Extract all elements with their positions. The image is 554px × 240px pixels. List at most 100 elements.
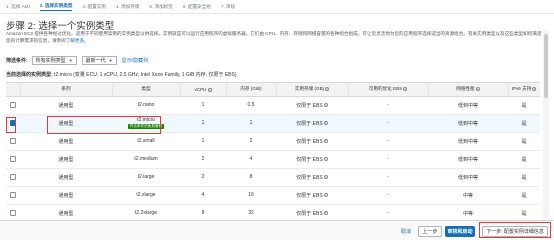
instance-type-name: t2.nano: [137, 102, 155, 108]
row-checkbox-cell[interactable]: [6, 132, 20, 151]
info-icon[interactable]: i: [403, 87, 408, 92]
table-row[interactable]: 通用型 t2.2xlarge 8 32 仅限于 EBS i - 中等是: [6, 204, 540, 220]
instance-type-name: t2.small: [137, 138, 155, 144]
header-ebs-optimized[interactable]: 可用的优化 EBS i: [348, 83, 429, 97]
info-icon[interactable]: i: [207, 87, 212, 92]
row-checkbox-cell[interactable]: [6, 150, 20, 169]
instance-family-select[interactable]: 所有实例类型 ▼: [31, 55, 77, 65]
generation-select[interactable]: 最新一代 ▼: [81, 55, 117, 65]
row-checkbox-cell[interactable]: [6, 168, 20, 187]
row-checkbox[interactable]: [10, 101, 16, 108]
cell-ebs-optimized: -: [348, 132, 428, 151]
scrollbar-thumb[interactable]: [544, 34, 548, 98]
header-memory[interactable]: 内存 (GiB): [226, 83, 277, 97]
cell-type: t2.2xlarge: [112, 204, 180, 220]
row-checkbox[interactable]: [10, 209, 16, 216]
header-family[interactable]: 系列: [20, 83, 113, 97]
next-configure-instance-button[interactable]: 下一步: 配置实例详细信息: [482, 226, 548, 237]
header-ipv6[interactable]: IPv6 支持 i: [508, 83, 540, 97]
cancel-button[interactable]: 取消: [398, 226, 414, 237]
step-add-storage[interactable]: 4. 添加存储: [116, 4, 139, 10]
row-checkbox-cell[interactable]: [6, 186, 20, 205]
storage-value: 仅限于 EBS: [296, 174, 323, 181]
row-checkbox[interactable]: [10, 155, 16, 162]
step-choose-ami[interactable]: 1. 选择 AMI: [6, 4, 30, 10]
header-storage[interactable]: 实例存储 (GB) i: [276, 83, 349, 97]
current-selection: 当前选择的实例类型: t2.micro (变量 ECU, 1 vCPU, 2.5…: [6, 71, 237, 78]
storage-value: 仅限于 EBS: [296, 192, 323, 199]
cell-memory: 4: [226, 150, 276, 169]
cell-memory: 0.5: [226, 96, 276, 115]
info-icon[interactable]: i: [323, 211, 328, 216]
cell-network: 低到中等: [428, 168, 508, 187]
cell-network: 中等: [428, 186, 508, 205]
cell-storage: 仅限于 EBS i: [276, 150, 348, 169]
info-icon[interactable]: i: [475, 87, 480, 92]
step-choose-instance-type[interactable]: 2. 选择实例类型: [39, 3, 73, 11]
info-icon[interactable]: i: [323, 193, 328, 198]
cell-network: 低到中等: [428, 96, 508, 115]
step-configure-instance[interactable]: 3. 配置实例: [82, 4, 105, 10]
row-checkbox-cell[interactable]: [6, 114, 20, 133]
info-icon[interactable]: i: [323, 157, 328, 162]
table-row[interactable]: 通用型 t2.medium 2 4 仅限于 EBS i - 低到中等是: [6, 150, 540, 169]
row-checkbox[interactable]: [10, 173, 16, 180]
row-checkbox-cell[interactable]: [6, 204, 20, 220]
header-select: [6, 83, 21, 97]
cell-family: 通用型: [20, 132, 112, 151]
cell-vcpu: 1: [180, 96, 226, 115]
free-tier-badge: 符合条件的免费套餐: [127, 124, 165, 129]
info-icon[interactable]: i: [323, 175, 328, 180]
row-checkbox[interactable]: [10, 119, 16, 126]
cell-family: 通用型: [20, 168, 112, 187]
cell-vcpu: 2: [180, 168, 226, 187]
current-selection-label: 当前选择的实例类型:: [6, 72, 53, 78]
page-scrollbar[interactable]: [543, 30, 549, 220]
table-row[interactable]: 通用型 t2.nano 1 0.5 仅限于 EBS i - 低到中等是: [6, 96, 540, 115]
cell-family: 通用型: [20, 96, 112, 115]
instance-type-name: t2.large: [137, 174, 155, 180]
cell-vcpu: 4: [180, 186, 226, 205]
cell-memory: 16: [226, 186, 276, 205]
storage-value: 仅限于 EBS: [296, 156, 323, 163]
row-checkbox[interactable]: [10, 137, 16, 144]
step-security-group[interactable]: 6. 配置安全组: [183, 4, 211, 10]
row-checkbox-cell[interactable]: [6, 96, 20, 115]
cell-ebs-optimized: -: [348, 186, 428, 205]
cell-storage: 仅限于 EBS i: [276, 186, 348, 205]
cell-ipv6: 是: [508, 186, 540, 205]
table-row[interactable]: 通用型 t2.micro 符合条件的免费套餐 1 1 仅限于 EBS i - 低到中等是: [6, 114, 540, 133]
learn-more-link[interactable]: 了解更多: [66, 38, 84, 43]
show-hide-columns-link[interactable]: 显示/隐藏列: [122, 57, 148, 64]
info-icon[interactable]: i: [532, 87, 537, 92]
storage-value: 仅限于 EBS: [296, 210, 323, 217]
filter-label: 筛选条件:: [6, 57, 28, 64]
cell-type: t2.small: [112, 132, 180, 151]
table-row[interactable]: 通用型 t2.xlarge 4 16 仅限于 EBS i - 中等是: [6, 186, 540, 205]
header-vcpu[interactable]: vCPU i: [180, 83, 227, 97]
info-icon[interactable]: i: [323, 103, 328, 108]
table-row[interactable]: 通用型 t2.small 1 2 仅限于 EBS i - 低到中等是: [6, 132, 540, 151]
cell-ebs-optimized: -: [348, 114, 428, 133]
header-type[interactable]: 类型: [112, 83, 181, 97]
cell-type: t2.nano: [112, 96, 180, 115]
cell-ipv6: 是: [508, 132, 540, 151]
cell-memory: 1: [226, 114, 276, 133]
row-checkbox[interactable]: [10, 191, 16, 198]
info-icon[interactable]: i: [323, 139, 328, 144]
cell-type: t2.xlarge: [112, 186, 180, 205]
info-icon[interactable]: i: [323, 121, 328, 126]
header-network[interactable]: 网络性能 i: [428, 83, 509, 97]
cell-vcpu: 1: [180, 132, 226, 151]
info-icon[interactable]: i: [325, 87, 330, 92]
step-review[interactable]: 7. 审核: [221, 4, 235, 10]
previous-button[interactable]: 上一步: [418, 226, 442, 237]
cell-storage: 仅限于 EBS i: [276, 168, 348, 187]
cell-network: 中等: [428, 204, 508, 220]
cell-vcpu: 2: [180, 150, 226, 169]
cell-ebs-optimized: -: [348, 150, 428, 169]
table-row[interactable]: 通用型 t2.large 2 8 仅限于 EBS i - 低到中等是: [6, 168, 540, 187]
step-add-tags[interactable]: 5. 添加标签: [149, 4, 172, 10]
review-and-launch-button[interactable]: 审核和启动: [445, 226, 475, 237]
cell-ipv6: 是: [508, 150, 540, 169]
